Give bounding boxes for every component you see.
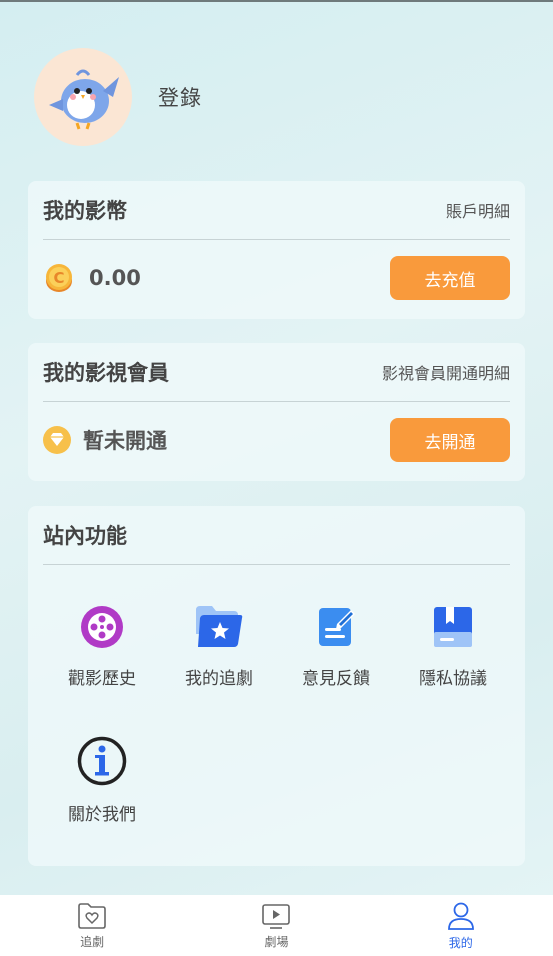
tv-play-icon [262,903,291,929]
coins-card-header: 我的影幣 賬戶明細 [43,181,510,240]
feature-label: 我的追劇 [185,669,253,689]
diamond-icon [43,426,71,454]
feature-label: 隱私協議 [419,669,487,689]
tab-label: 我的 [448,935,473,950]
tab-theater[interactable]: 劇場 [216,902,336,950]
feature-label: 意見反饋 [302,669,370,689]
features-card-header: 站內功能 [43,506,510,565]
features-title: 站內功能 [43,524,127,548]
coin-balance: 0.00 [89,266,141,290]
feature-label: 關於我們 [68,805,136,825]
profile-header[interactable]: 登錄 [34,48,202,146]
svg-text:C: C [53,269,64,287]
feature-label: 觀影歷史 [68,669,136,689]
tab-label: 劇場 [264,934,289,949]
star-folder-icon [196,606,243,647]
coins-title: 我的影幣 [43,199,127,223]
film-reel-icon [81,606,123,648]
recharge-button[interactable]: 去充值 [390,256,510,300]
feature-watch-history[interactable]: 觀影歷史 [43,604,161,689]
vip-card-body: 暫未開通 去開通 [43,403,510,477]
feature-my-follows[interactable]: 我的追劇 [160,604,278,689]
privacy-book-icon [434,607,472,647]
login-label[interactable]: 登錄 [158,82,202,112]
vip-detail-link[interactable]: 影視會員開通明細 [382,360,510,384]
vip-status: 暫未開通 [83,429,167,453]
status-line [0,0,553,2]
tab-mine[interactable]: 我的 [401,901,521,951]
coins-card-body: C 0.00 去充值 [43,241,510,315]
tab-label: 追劇 [80,934,105,949]
feature-about-us[interactable]: 關於我們 [43,736,161,825]
bottom-tab-bar: 追劇 劇場 我的 [0,895,553,956]
vip-title: 我的影視會員 [43,361,169,385]
features-card: 站內功能 觀影歷史 我的追劇 意見反饋 隱私協議 關於我們 [28,506,525,866]
avatar[interactable] [34,48,132,146]
tab-follow[interactable]: 追劇 [32,902,152,950]
feature-privacy[interactable]: 隱私協議 [394,604,512,689]
info-icon [77,736,127,786]
feature-feedback[interactable]: 意見反饋 [277,604,395,689]
vip-card: 我的影視會員 影視會員開通明細 暫未開通 去開通 [28,343,525,481]
coin-icon: C [46,264,72,292]
feedback-edit-icon [319,608,355,646]
account-detail-link[interactable]: 賬戶明細 [446,198,510,222]
user-icon [447,902,474,930]
open-vip-button[interactable]: 去開通 [390,418,510,462]
vip-card-header: 我的影視會員 影視會員開通明細 [43,343,510,402]
heart-folder-icon [78,902,106,929]
coins-card: 我的影幣 賬戶明細 C 0.00 去充值 [28,181,525,319]
bird-mascot-icon [49,69,119,130]
